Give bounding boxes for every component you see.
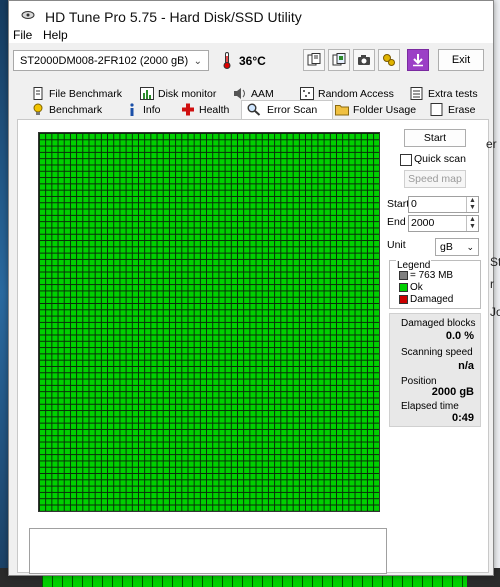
background-edge-text: Jo [490,305,500,319]
scan-stats-box: Damaged blocks 0.0 % Scanning speed n/a … [389,313,481,427]
background-edge-text: er [486,137,497,151]
legend-block-swatch [399,270,408,280]
info-icon [130,103,134,116]
scanning-speed-label: Scanning speed [401,347,473,358]
options-button[interactable] [378,49,400,71]
hdtune-window: HD Tune Pro 5.75 - Hard Disk/SSD Utility… [8,0,494,576]
elapsed-time-value: 0:49 [451,412,474,424]
scan-log-box[interactable] [29,528,387,574]
end-label: End [387,216,406,228]
download-arrow-icon [413,54,423,67]
damaged-blocks-value: 0.0 % [445,330,474,342]
legend-ok-swatch [399,282,408,292]
start-spinner[interactable]: 0 ▲ ▼ [408,196,479,213]
start-scan-button[interactable]: Start [404,129,466,147]
start-value: 0 [411,198,417,210]
start-label: Start [387,198,410,210]
lightbulb-icon [33,103,43,115]
temperature-display: 36°C [215,50,266,71]
copy-all-button[interactable] [328,49,350,71]
speaker-icon [234,88,245,99]
quick-scan-label: Quick scan [414,153,466,165]
position-value: 2000 gB [431,386,474,398]
menu-file[interactable]: File [13,28,32,42]
unit-label: Unit [387,239,406,251]
legend-ok: Ok [399,282,423,293]
end-value: 2000 [411,217,435,229]
legend-damaged-swatch [399,294,408,304]
magnifier-icon [247,103,261,116]
unit-select[interactable]: gB ⌄ [435,238,479,256]
drive-select[interactable]: ST2000DM008-2FR102 (2000 gB) ⌄ [13,50,209,71]
window-title: HD Tune Pro 5.75 - Hard Disk/SSD Utility [45,9,302,25]
legend-block-size: = 763 MB [399,270,453,281]
save-button[interactable] [407,49,429,71]
scan-block-grid [38,132,380,512]
thermometer-icon [223,52,231,69]
chevron-down-icon: ⌄ [193,56,202,67]
copy-icon [307,53,321,66]
file-benchmark-icon [33,87,43,100]
background-scan-grid [42,576,467,587]
health-cross-icon [182,103,194,116]
unit-value: gB [440,241,453,253]
scanning-speed-value: n/a [458,360,474,372]
disk-monitor-icon [140,87,154,100]
damaged-blocks-label: Damaged blocks [401,318,476,329]
drive-select-value: ST2000DM008-2FR102 (2000 gB) [20,55,189,67]
background-edge-text: r [490,277,494,291]
random-access-icon [300,87,314,100]
menu-bar: File Help [9,27,493,43]
spinner-arrows-icon[interactable]: ▲ ▼ [466,216,478,231]
background-edge-text: St [490,255,500,269]
legend-box: Legend = 763 MB Ok Damaged [389,260,481,309]
spinner-arrows-icon[interactable]: ▲ ▼ [466,197,478,212]
options-icon [383,54,395,66]
checkbox-box[interactable] [400,154,412,166]
copy-info-button[interactable] [303,49,325,71]
folder-icon [335,105,349,116]
legend-damaged: Damaged [399,294,453,305]
exit-button[interactable]: Exit [438,49,484,71]
erase-icon [430,103,443,116]
screenshot-button[interactable] [353,49,375,71]
speed-map-button[interactable]: Speed map [404,170,466,188]
menu-help[interactable]: Help [43,28,68,42]
copy-info-icon [332,53,346,66]
app-icon [21,11,35,19]
camera-icon [358,55,370,65]
temperature-value: 36°C [239,54,266,68]
chevron-down-icon: ⌄ [466,242,474,252]
toolbar: ST2000DM008-2FR102 (2000 gB) ⌄ 36°C Exit [9,43,493,79]
extra-tests-icon [410,87,423,100]
end-spinner[interactable]: 2000 ▲ ▼ [408,215,479,232]
tab-error-scan[interactable]: Error Scan [241,100,333,120]
title-bar[interactable]: HD Tune Pro 5.75 - Hard Disk/SSD Utility [9,1,493,27]
elapsed-time-label: Elapsed time [401,401,459,412]
